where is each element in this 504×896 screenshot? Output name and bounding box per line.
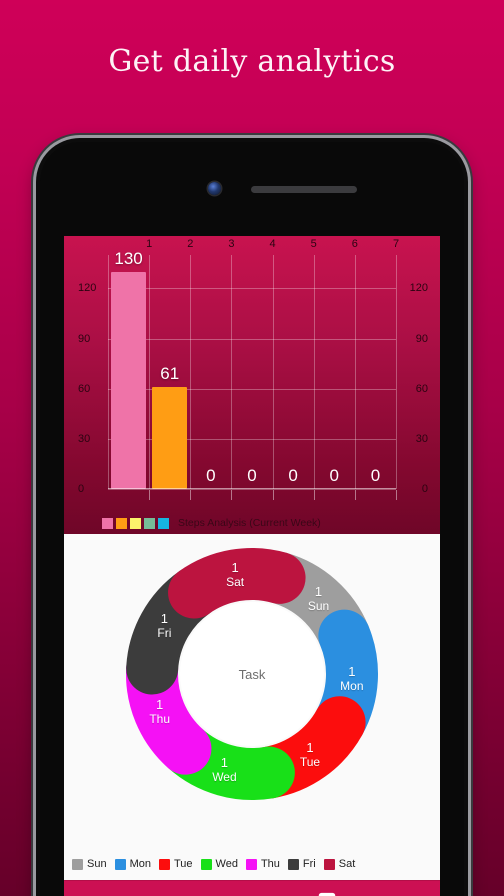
donut-legend-swatch bbox=[72, 858, 83, 870]
nav-item-analytics[interactable]: Analytics bbox=[290, 881, 365, 896]
donut-legend-swatch bbox=[287, 858, 299, 870]
y-axis-tick-label: 60 bbox=[78, 382, 91, 395]
x-axis-minor-tick bbox=[231, 490, 233, 500]
legend-swatch-4 bbox=[144, 517, 155, 529]
x-axis-minor-tick bbox=[190, 490, 192, 500]
donut-chart-legend[interactable]: Sun Mon Tue Wed Thu Fri Sat bbox=[72, 858, 432, 870]
gridline-vertical bbox=[231, 255, 233, 489]
phone-mockup: 00000 Steps Analysis (Current Week) 0 0 30… bbox=[36, 138, 468, 896]
bar-value-label: 61 bbox=[160, 364, 180, 384]
y-axis-tick-label-right: 60 bbox=[415, 382, 428, 395]
nav-item-shield[interactable] bbox=[139, 881, 214, 896]
bar-value-label: 0 bbox=[206, 466, 216, 485]
donut-center-hole bbox=[180, 602, 324, 746]
gridline-vertical bbox=[313, 255, 315, 489]
bar-chart-legend[interactable]: Steps Analysis (Current Week) bbox=[102, 516, 321, 530]
x-axis-line bbox=[108, 488, 396, 489]
nav-item-fan[interactable] bbox=[214, 881, 289, 896]
gridline-horizontal bbox=[108, 489, 396, 490]
bar-value-label: 0 bbox=[329, 466, 340, 485]
task-donut-chart-card[interactable]: Task 1 Sun 1 Mon 1 Tue 1 Wed 1 Thu 1 Fri 1 Sat Sun Mon… bbox=[64, 534, 440, 880]
nav-item-home[interactable] bbox=[64, 881, 139, 896]
x-axis-tick-label: 1 bbox=[146, 238, 153, 250]
x-axis-tick-label: 7 bbox=[392, 238, 400, 250]
bar-chart-bar[interactable] bbox=[111, 271, 146, 489]
bar-value-label: 0 bbox=[288, 466, 298, 485]
bar-value-label: 130 bbox=[114, 248, 143, 268]
legend-swatch-2 bbox=[116, 517, 127, 529]
donut-legend-label: Wed bbox=[215, 858, 238, 870]
gridline-horizontal bbox=[108, 288, 396, 290]
gridline-vertical bbox=[396, 255, 397, 489]
y-axis-tick-label-right: 90 bbox=[415, 332, 428, 345]
x-axis-minor-tick bbox=[313, 490, 315, 500]
donut-legend-item[interactable]: Fri bbox=[287, 858, 316, 870]
phone-top-hardware bbox=[36, 178, 468, 200]
gridline-vertical bbox=[272, 255, 274, 489]
gridline-vertical bbox=[108, 255, 109, 489]
x-axis-minor-tick bbox=[149, 490, 151, 500]
y-axis-tick-label-right: 0 bbox=[421, 483, 428, 495]
legend-swatch-5 bbox=[158, 517, 169, 529]
bar-chart-plot-area: 0 0 0 0 0 bbox=[108, 255, 397, 490]
donut-legend-item[interactable]: Thu bbox=[245, 858, 280, 870]
bar-chart-legend-label: Steps Analysis (Current Week) bbox=[178, 517, 321, 529]
bar-value-label: 0 bbox=[247, 466, 257, 485]
gridline-vertical bbox=[354, 255, 356, 489]
y-axis-tick-label-right: 30 bbox=[415, 432, 428, 445]
donut-chart-svg bbox=[126, 548, 378, 800]
x-axis-minor-tick bbox=[272, 490, 274, 500]
donut-legend-label: Tue bbox=[173, 858, 193, 870]
y-axis-tick-label: 90 bbox=[78, 332, 91, 345]
y-axis-tick-label: 0 bbox=[78, 483, 85, 495]
donut-legend-swatch bbox=[114, 858, 126, 870]
front-camera-icon bbox=[208, 182, 221, 195]
legend-swatch-1 bbox=[102, 517, 113, 529]
bar-chart-bar[interactable] bbox=[152, 387, 187, 489]
donut-legend-item[interactable]: Tue bbox=[158, 858, 193, 870]
donut-legend-label: Sat bbox=[338, 858, 356, 870]
phone-screen: 00000 Steps Analysis (Current Week) 0 0 30… bbox=[64, 236, 440, 896]
gridline-horizontal bbox=[108, 338, 396, 340]
analytics-icon bbox=[316, 891, 338, 896]
x-axis-tick-label: 3 bbox=[228, 238, 235, 250]
donut-legend-swatch bbox=[323, 858, 335, 870]
bottom-navigation-bar[interactable]: Analytics bbox=[64, 880, 440, 896]
donut-legend-label: Mon bbox=[129, 858, 151, 870]
y-axis-tick-label: 30 bbox=[78, 432, 91, 445]
y-axis-tick-label: 120 bbox=[78, 282, 97, 295]
gridline-vertical bbox=[149, 255, 151, 489]
donut-legend-label: Thu bbox=[260, 858, 280, 870]
donut-legend-swatch bbox=[200, 858, 212, 870]
donut-chart[interactable]: Task 1 Sun 1 Mon 1 Tue 1 Wed 1 Thu 1 Fri 1 Sat bbox=[120, 542, 384, 806]
donut-legend-item[interactable]: Mon bbox=[114, 858, 151, 870]
donut-legend-item[interactable]: Sat bbox=[323, 858, 356, 870]
x-axis-tick-label: 2 bbox=[187, 238, 194, 250]
donut-legend-label: Sun bbox=[87, 858, 107, 870]
x-axis-tick-label: 4 bbox=[269, 238, 276, 250]
gridline-vertical bbox=[190, 255, 192, 489]
gridline-horizontal bbox=[108, 438, 396, 440]
x-axis-minor-tick bbox=[354, 490, 356, 500]
x-axis-minor-tick bbox=[396, 490, 397, 500]
page-title: Get daily analytics bbox=[108, 44, 396, 79]
x-axis-tick-label: 6 bbox=[351, 238, 358, 250]
earpiece-speaker bbox=[251, 186, 357, 193]
donut-legend-swatch bbox=[158, 858, 170, 870]
y-axis-tick-label-right: 120 bbox=[409, 282, 428, 295]
x-axis-tick-label: 5 bbox=[310, 238, 317, 250]
nav-item-profile[interactable] bbox=[365, 881, 440, 896]
legend-swatch-3 bbox=[130, 517, 141, 529]
steps-bar-chart-card[interactable]: 00000 Steps Analysis (Current Week) 0 0 30… bbox=[64, 236, 440, 534]
bar-value-label: 0 bbox=[370, 466, 381, 485]
donut-legend-label: Fri bbox=[302, 858, 316, 870]
donut-legend-item[interactable]: Wed bbox=[200, 858, 238, 870]
gridline-horizontal bbox=[108, 388, 396, 390]
donut-legend-swatch bbox=[245, 858, 257, 870]
donut-legend-item[interactable]: Sun bbox=[72, 858, 107, 870]
donut-segment-sat[interactable] bbox=[168, 548, 306, 619]
